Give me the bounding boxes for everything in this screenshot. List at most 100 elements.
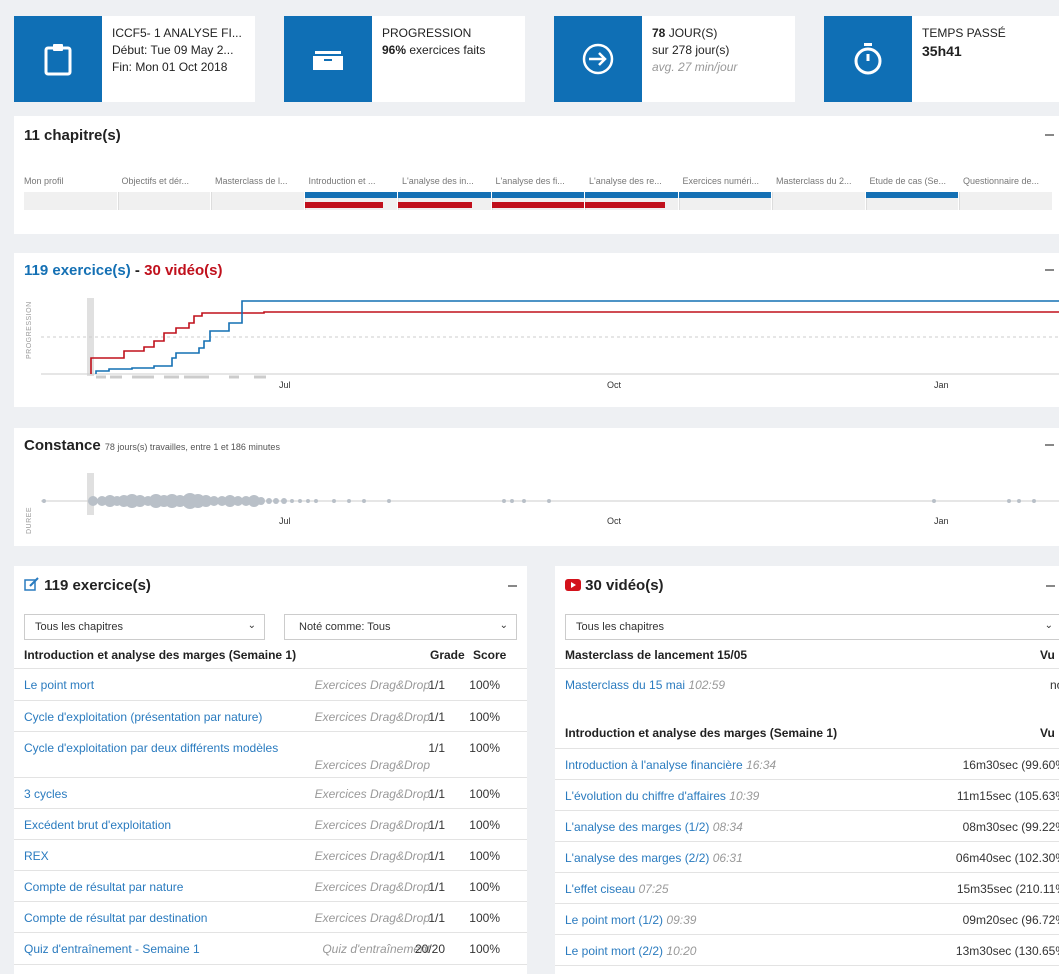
exercise-score: 100%	[469, 710, 500, 724]
today-marker	[87, 473, 94, 515]
collapse-videos-button[interactable]	[1046, 585, 1055, 587]
video-duration: 16:34	[746, 758, 777, 772]
chapter-track	[24, 192, 117, 210]
video-link[interactable]: L'effet ciseau	[565, 882, 635, 896]
chapter-exercise-bar	[491, 192, 584, 198]
exercise-link[interactable]: 3 cycles	[24, 787, 67, 801]
chapter-label[interactable]: Exercices numéri...	[683, 176, 773, 186]
exercise-grade: 1/1	[428, 911, 445, 925]
exercise-score: 100%	[469, 942, 500, 956]
duration-bubble	[257, 497, 265, 505]
tick-jul: Jul	[279, 380, 291, 390]
progression-panel: 119 exercice(s) - 30 vidéo(s) PROGRESSIO…	[14, 253, 1059, 407]
exercise-row: Quiz d'évaluation (Bonus) - Semaine 1Qui…	[14, 964, 527, 974]
duration-bubble	[1007, 499, 1011, 503]
stopwatch-icon	[824, 16, 912, 102]
duration-bubble	[281, 498, 287, 504]
video-section1-title: Masterclass de lancement 15/05	[565, 648, 748, 662]
collapse-exercises-button[interactable]	[508, 585, 517, 587]
exercise-link[interactable]: Compte de résultat par nature	[24, 880, 183, 894]
video-section2-title: Introduction et analyse des marges (Sema…	[565, 726, 838, 740]
duration-bubble	[332, 499, 336, 503]
duration-bubble	[266, 498, 272, 504]
exercises-panel: 119 exercice(s) Tous les chapitres ⌄ Noté…	[14, 566, 527, 974]
chapter-exercise-bar	[398, 192, 491, 198]
exercise-row: Le point mort Exercices Drag&Drop 1/1 100%	[14, 668, 527, 700]
chapter-label[interactable]: Mon profil	[24, 176, 114, 186]
exercise-grade: 20/20	[414, 942, 445, 956]
duration-bubble	[932, 499, 936, 503]
video-chapter-filter-select[interactable]: Tous les chapitres ⌄	[565, 614, 1059, 640]
duration-bubble	[314, 499, 318, 503]
chapter-filter-select[interactable]: Tous les chapitres ⌄	[24, 614, 265, 640]
exercise-link[interactable]: REX	[24, 849, 49, 863]
progression-card: PROGRESSION 96% exercices faits	[284, 16, 525, 102]
video-row: Le point mort (2/2) 10:20 13m30sec (130.6…	[555, 934, 1059, 965]
chevron-down-icon: ⌄	[499, 620, 508, 631]
video-link[interactable]: L'analyse des marges (2/2)	[565, 851, 709, 865]
exercise-score: 100%	[469, 818, 500, 832]
chapter-label[interactable]: Questionnaire de...	[963, 176, 1053, 186]
video-seen: 15m35sec (210.11%)	[956, 882, 1059, 896]
chevron-down-icon: ⌄	[247, 620, 256, 631]
video-duration: 102:59	[688, 678, 726, 692]
chapter-label[interactable]: Objectifs et dér...	[122, 176, 212, 186]
exercise-score: 100%	[469, 911, 500, 925]
chapter-label[interactable]: Masterclass du 2...	[776, 176, 866, 186]
exercise-link[interactable]: Cycle d'exploitation (présentation par n…	[24, 710, 262, 724]
exercise-link[interactable]: Le point mort	[24, 678, 94, 692]
exercise-link[interactable]: Excédent brut d'exploitation	[24, 818, 171, 832]
progression-value: 96%	[382, 43, 407, 57]
chapter-label[interactable]: Etude de cas (Se...	[870, 176, 960, 186]
grade-filter-value: Noté comme: Tous	[299, 621, 391, 633]
youtube-icon	[565, 579, 581, 591]
course-end: Fin: Mon 01 Oct 2018	[112, 60, 228, 74]
time-value: 35h41	[922, 43, 962, 59]
chapter-track	[772, 192, 865, 210]
duration-bubble	[88, 496, 98, 506]
duration-bubble	[1032, 499, 1036, 503]
seen-column-header: Vu	[1040, 726, 1055, 740]
video-row: Introduction à l'analyse financière 16:3…	[555, 748, 1059, 779]
days-avg: avg. 27 min/jour	[652, 60, 738, 74]
chapter-label[interactable]: L'analyse des re...	[589, 176, 679, 186]
exercise-grade: 1/1	[428, 710, 445, 724]
video-duration: 09:39	[666, 913, 697, 927]
chapter-exercise-bar	[865, 192, 958, 198]
exercise-link[interactable]: Compte de résultat par destination	[24, 911, 207, 925]
chapter-exercise-bar	[678, 192, 771, 198]
video-link[interactable]: Introduction à l'analyse financière	[565, 758, 743, 772]
chapter-exercise-bar	[304, 192, 397, 198]
video-link[interactable]: Le point mort (2/2)	[565, 944, 663, 958]
chevron-down-icon: ⌄	[1044, 620, 1053, 631]
exercise-link[interactable]: Cycle d'exploitation par deux différents…	[24, 741, 278, 755]
duration-bubble	[273, 498, 279, 504]
course-title: ICCF5- 1 ANALYSE FI...	[112, 26, 242, 40]
progression-chart: Jul Oct Jan	[41, 298, 1059, 390]
constance-chart: Jul Oct Jan	[41, 473, 1059, 526]
exercises-title-wrap: 119 exercice(s)	[24, 577, 151, 594]
duration-bubble	[298, 499, 302, 503]
chapter-label[interactable]: Masterclass de l...	[215, 176, 305, 186]
video-link[interactable]: L'évolution du chiffre d'affaires	[565, 789, 726, 803]
video-link[interactable]: Le point mort (1/2)	[565, 913, 663, 927]
chapter-track	[117, 192, 210, 210]
chapter-label[interactable]: L'analyse des in...	[402, 176, 492, 186]
video-link[interactable]: L'analyse des marges (1/2)	[565, 820, 709, 834]
course-start: Début: Tue 09 May 2...	[112, 43, 234, 57]
progression-suffix: exercices faits	[406, 43, 486, 57]
exercise-row: 3 cycles Exercices Drag&Drop 1/1 100%	[14, 777, 527, 808]
grade-filter-select[interactable]: Noté comme: Tous ⌄	[284, 614, 517, 640]
duration-bubble	[1017, 499, 1021, 503]
exercise-link[interactable]: Quiz d'entraînement - Semaine 1	[24, 942, 200, 956]
duration-bubble	[347, 499, 351, 503]
exercise-grade: 1/1	[428, 818, 445, 832]
tick-oct: Oct	[607, 516, 622, 526]
collapse-chapters-button[interactable]	[1045, 134, 1054, 136]
chapter-label[interactable]: L'analyse des fi...	[496, 176, 586, 186]
video-link[interactable]: Masterclass du 15 mai	[565, 678, 685, 692]
enter-icon	[554, 16, 642, 102]
exercise-score: 100%	[469, 880, 500, 894]
chapter-label[interactable]: Introduction et ...	[309, 176, 399, 186]
video-progress-line	[90, 311, 1059, 374]
